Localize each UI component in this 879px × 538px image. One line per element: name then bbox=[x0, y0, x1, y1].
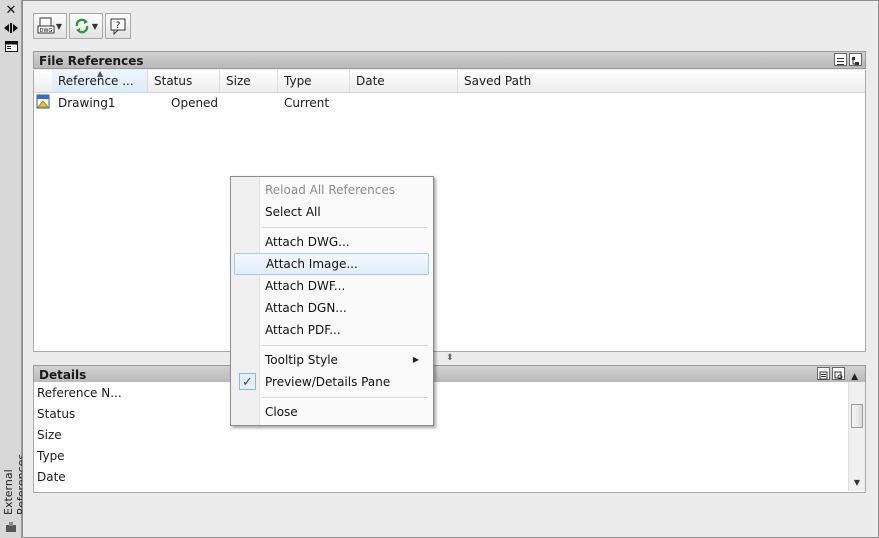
menu-item-label: Preview/Details Pane bbox=[265, 375, 391, 389]
checkmark-icon: ✓ bbox=[239, 373, 256, 390]
autohide-icon[interactable] bbox=[3, 20, 19, 36]
close-icon[interactable]: ✕ bbox=[3, 2, 19, 18]
status-cell: Opened bbox=[171, 96, 219, 110]
menu-item-close[interactable]: Close bbox=[234, 401, 429, 423]
menu-item-reload-all-references[interactable]: Reload All References bbox=[234, 179, 429, 201]
svg-text:?: ? bbox=[116, 21, 121, 31]
details-header: Details ▲ bbox=[33, 365, 866, 383]
attach-dwg-icon: DWG bbox=[37, 17, 55, 35]
details-label-date: Date bbox=[37, 470, 66, 484]
column-label: Size bbox=[226, 74, 251, 88]
help-icon: ? bbox=[109, 17, 127, 35]
file-references-header: File References bbox=[33, 51, 866, 69]
chevron-down-icon[interactable]: ▼ bbox=[55, 22, 63, 31]
column-label: Reference ... bbox=[58, 74, 134, 88]
details-label-reference-name: Reference N... bbox=[37, 386, 122, 400]
file-references-title: File References bbox=[39, 54, 144, 68]
tree-view-icon[interactable] bbox=[849, 53, 862, 66]
context-menu: Reload All References Select All Attach … bbox=[230, 176, 434, 426]
details-label-size: Size bbox=[37, 428, 62, 442]
toolbar: DWG ▼ ▼ ? bbox=[33, 13, 133, 39]
drawing-file-icon bbox=[36, 94, 51, 110]
menu-item-tooltip-style[interactable]: Tooltip Style ▶ bbox=[234, 349, 429, 371]
menu-separator bbox=[262, 227, 428, 229]
reference-name-cell: Drawing1 bbox=[58, 96, 116, 110]
menu-item-attach-dgn[interactable]: Attach DGN... bbox=[234, 297, 429, 319]
column-status[interactable]: Status bbox=[148, 70, 220, 92]
column-label: Date bbox=[356, 74, 385, 88]
table-row[interactable]: Drawing1 Opened Current bbox=[34, 92, 865, 114]
details-label-status: Status bbox=[37, 407, 76, 421]
column-saved-path[interactable]: Saved Path bbox=[458, 70, 865, 92]
menu-separator bbox=[262, 345, 428, 347]
attach-dwg-label: DWG bbox=[40, 28, 53, 34]
submenu-arrow-icon: ▶ bbox=[412, 355, 419, 364]
column-date[interactable]: Date bbox=[350, 70, 458, 92]
help-button[interactable]: ? bbox=[105, 13, 131, 39]
menu-item-preview-details-pane[interactable]: ✓ Preview/Details Pane bbox=[234, 371, 429, 393]
palette-title-bar: ✕ External References bbox=[0, 0, 28, 538]
palette-title: External References bbox=[2, 454, 28, 515]
details-title: Details bbox=[39, 368, 87, 382]
details-view-icon[interactable] bbox=[817, 367, 830, 380]
menu-item-attach-pdf[interactable]: Attach PDF... bbox=[234, 319, 429, 341]
details-pane: Reference N... Status Size Type Date ▼ bbox=[33, 382, 866, 493]
column-label: Type bbox=[284, 74, 312, 88]
menu-item-attach-image[interactable]: Attach Image... bbox=[234, 253, 429, 275]
menu-item-attach-dwf[interactable]: Attach DWF... bbox=[234, 275, 429, 297]
column-type[interactable]: Type bbox=[278, 70, 350, 92]
column-icon-spacer bbox=[34, 70, 52, 92]
column-header-row: ▲ Reference ... Status Size Type Date Sa… bbox=[34, 69, 865, 93]
pane-splitter-handle[interactable]: ⬍ bbox=[446, 353, 454, 363]
menu-item-attach-dwg[interactable]: Attach DWG... bbox=[234, 231, 429, 253]
xref-palette-icon bbox=[3, 519, 19, 535]
refresh-dropdown-button[interactable]: ▼ bbox=[69, 13, 103, 39]
details-label-type: Type bbox=[37, 449, 65, 463]
preview-view-icon[interactable] bbox=[832, 367, 845, 380]
refresh-icon bbox=[73, 17, 91, 35]
type-cell: Current bbox=[284, 96, 330, 110]
properties-icon[interactable] bbox=[3, 38, 19, 54]
details-scrollbar[interactable]: ▼ bbox=[848, 382, 865, 491]
external-references-palette: DWG ▼ ▼ ? File References ▲ Reference ..… bbox=[22, 0, 879, 538]
column-label: Saved Path bbox=[464, 74, 532, 88]
sort-ascending-icon: ▲ bbox=[97, 69, 104, 78]
menu-separator bbox=[262, 397, 428, 399]
scroll-up-icon[interactable] bbox=[849, 382, 865, 398]
menu-item-select-all[interactable]: Select All bbox=[234, 201, 429, 223]
scrollbar-thumb[interactable] bbox=[851, 404, 863, 428]
column-reference-name[interactable]: ▲ Reference ... bbox=[52, 69, 148, 92]
list-view-icon[interactable] bbox=[834, 53, 847, 66]
attach-dropdown-button[interactable]: DWG ▼ bbox=[33, 13, 67, 39]
file-references-list[interactable]: ▲ Reference ... Status Size Type Date Sa… bbox=[33, 69, 866, 352]
menu-item-label: Tooltip Style bbox=[265, 353, 338, 367]
column-label: Status bbox=[154, 74, 193, 88]
column-size[interactable]: Size bbox=[220, 70, 278, 92]
chevron-down-icon[interactable]: ▼ bbox=[91, 22, 99, 31]
scroll-down-icon[interactable]: ▼ bbox=[849, 475, 865, 491]
